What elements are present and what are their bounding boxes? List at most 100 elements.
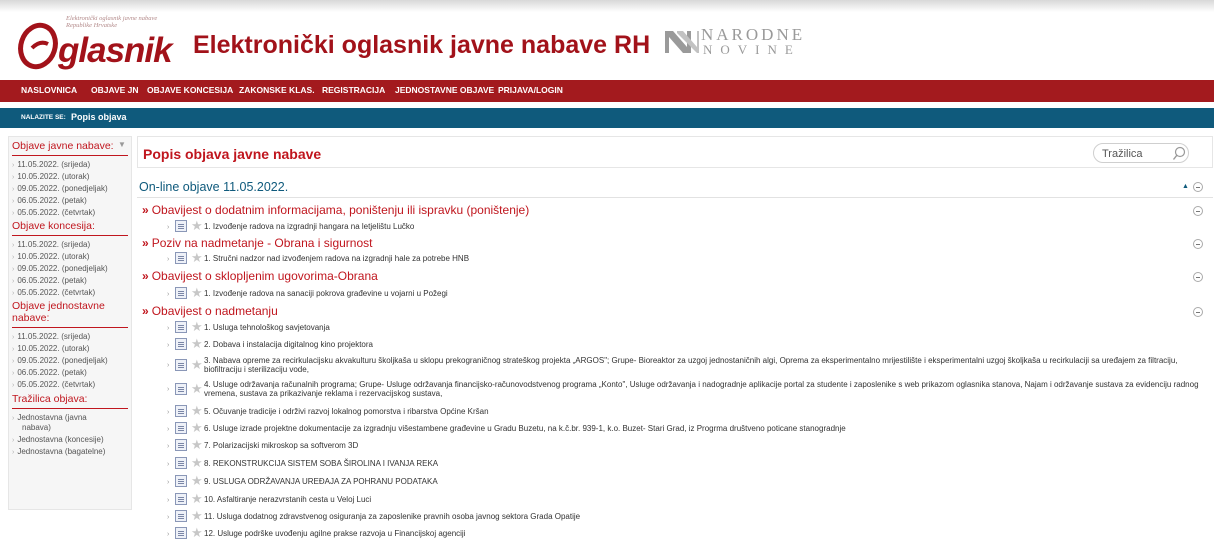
document-icon[interactable] [175,287,187,299]
chevron-right-icon: › [167,443,170,450]
sidebar-toggle-icon[interactable]: ▼ [118,140,126,149]
sidebar-item-search[interactable]: › Jednostavna (bagatelne) [12,447,105,458]
star-icon[interactable]: ★ [191,286,203,299]
chevron-right-icon: › [167,479,170,486]
breadcrumb-label: NALAZITE SE: [21,114,66,121]
chevron-right-icon: › [167,531,170,538]
document-icon[interactable] [175,439,187,451]
nav-objave-jn[interactable]: OBJAVE JN [91,85,139,95]
category-heading[interactable]: » Poziv na nadmetanje - Obrana i sigurnos… [142,236,372,250]
star-icon[interactable]: ★ [191,526,203,539]
star-icon[interactable]: ★ [191,456,203,469]
star-icon[interactable]: ★ [191,404,203,417]
sort-up-icon[interactable]: ▲ [1182,183,1189,190]
collapse-icon[interactable] [1193,182,1203,192]
category-heading[interactable]: » Obavijest o dodatnim informacijama, pon… [142,203,529,217]
document-icon[interactable] [175,510,187,522]
sidebar: ▼ Objave javne nabave: › 11.05.2022. (sri… [8,136,132,510]
page-title: Popis objava javne nabave [143,146,322,162]
chevron-right-icon: › [167,224,170,231]
star-icon[interactable]: ★ [191,492,203,505]
logo-tagline: Elektronički oglasnik javne nabave Repub… [66,15,158,29]
document-icon[interactable] [175,321,187,333]
document-icon[interactable] [175,405,187,417]
star-icon[interactable]: ★ [191,421,203,434]
star-icon[interactable]: ★ [191,438,203,451]
sidebar-item-date[interactable]: › 05.05.2022. (četvrtak) [12,208,95,219]
chevron-right-icon: › [167,409,170,416]
main-nav: NASLOVNICA OBJAVE JN OBJAVE KONCESIJA ZA… [0,80,1214,102]
document-icon[interactable] [175,359,187,371]
sidebar-item-date[interactable]: › 05.05.2022. (četvrtak) [12,380,95,391]
star-icon[interactable]: ★ [191,219,203,232]
breadcrumb-current[interactable]: Popis objava [71,112,127,122]
collapse-icon[interactable] [1193,307,1203,317]
document-icon[interactable] [175,422,187,434]
nav-jednostavne-objave[interactable]: JEDNOSTAVNE OBJAVE [395,85,494,95]
sidebar-heading-koncesije: Objave koncesija: [12,220,95,232]
nav-naslovnica[interactable]: NASLOVNICA [21,85,77,95]
document-icon[interactable] [175,338,187,350]
chevron-right-icon: › [167,342,170,349]
search-icon[interactable] [1172,146,1186,161]
star-icon[interactable]: ★ [191,509,203,522]
collapse-icon[interactable] [1193,239,1203,249]
document-icon[interactable] [175,383,187,395]
eoglasnik-logo[interactable]: Elektronički oglasnik javne nabave Repub… [18,15,173,75]
star-icon[interactable]: ★ [191,320,203,333]
sidebar-item-date[interactable]: › 09.05.2022. (ponedjeljak) [12,184,108,195]
star-icon[interactable]: ★ [191,358,203,371]
document-icon[interactable] [175,252,187,264]
sidebar-item-date[interactable]: › 10.05.2022. (utorak) [12,344,89,355]
document-icon[interactable] [175,220,187,232]
search-input[interactable]: Tražilica [1093,143,1189,163]
collapse-icon[interactable] [1193,272,1203,282]
sidebar-item-date[interactable]: › 10.05.2022. (utorak) [12,172,89,183]
top-shadow [0,0,1214,12]
online-section-header: On-line objave 11.05.2022. ▲ [137,176,1213,198]
sidebar-item-search[interactable]: › Jednostavna (koncesije) [12,435,104,446]
sidebar-item-date[interactable]: › 10.05.2022. (utorak) [12,252,89,263]
nav-objave-koncesija[interactable]: OBJAVE KONCESIJA [147,85,233,95]
chevron-right-icon: › [167,362,170,369]
sidebar-divider [12,155,128,156]
chevron-right-icon: › [167,291,170,298]
document-icon[interactable] [175,475,187,487]
main-content: Popis objava javne nabave Tražilica On-l… [137,136,1214,539]
sidebar-item-date[interactable]: › 09.05.2022. (ponedjeljak) [12,356,108,367]
document-icon[interactable] [175,457,187,469]
narodne-novine-logo[interactable]: NARODNE NOVINE [663,25,823,61]
nav-prijava-login[interactable]: PRIJAVA/LOGIN [498,85,563,95]
category-heading[interactable]: » Obavijest o nadmetanju [142,304,278,318]
sidebar-item-date[interactable]: › 05.05.2022. (četvrtak) [12,288,95,299]
sidebar-item-date[interactable]: › 11.05.2022. (srijeda) [12,332,90,343]
search-placeholder: Tražilica [1102,148,1143,160]
star-icon[interactable]: ★ [191,382,203,395]
nav-zakonske-klas[interactable]: ZAKONSKE KLAS. [239,85,315,95]
sidebar-item-date[interactable]: › 06.05.2022. (petak) [12,196,87,207]
sidebar-item-date[interactable]: › 06.05.2022. (petak) [12,368,87,379]
sidebar-divider [12,327,128,328]
chevron-right-icon: › [167,461,170,468]
collapse-icon[interactable] [1193,206,1203,216]
online-title: On-line objave 11.05.2022. [139,180,289,194]
sidebar-item-search-cont[interactable]: nabava) [22,423,51,433]
document-icon[interactable] [175,493,187,505]
narodne-novine-emblem-icon [665,31,699,53]
sidebar-item-date[interactable]: › 11.05.2022. (srijeda) [12,240,90,251]
logo-wordmark: glasnik [58,31,173,70]
category-heading[interactable]: » Obavijest o sklopljenim ugovorima-Obran… [142,269,378,283]
sidebar-divider [12,235,128,236]
sidebar-divider [12,408,128,409]
document-icon[interactable] [175,527,187,539]
sidebar-item-date[interactable]: › 09.05.2022. (ponedjeljak) [12,264,108,275]
star-icon[interactable]: ★ [191,337,203,350]
nav-registracija[interactable]: REGISTRACIJA [322,85,385,95]
sidebar-item-date[interactable]: › 06.05.2022. (petak) [12,276,87,287]
sidebar-item-date[interactable]: › 11.05.2022. (srijeda) [12,160,90,171]
star-icon[interactable]: ★ [191,474,203,487]
page-title-bar: Popis objava javne nabave Tražilica [137,136,1213,168]
chevron-right-icon: › [167,325,170,332]
star-icon[interactable]: ★ [191,251,203,264]
chevron-right-icon: › [167,426,170,433]
